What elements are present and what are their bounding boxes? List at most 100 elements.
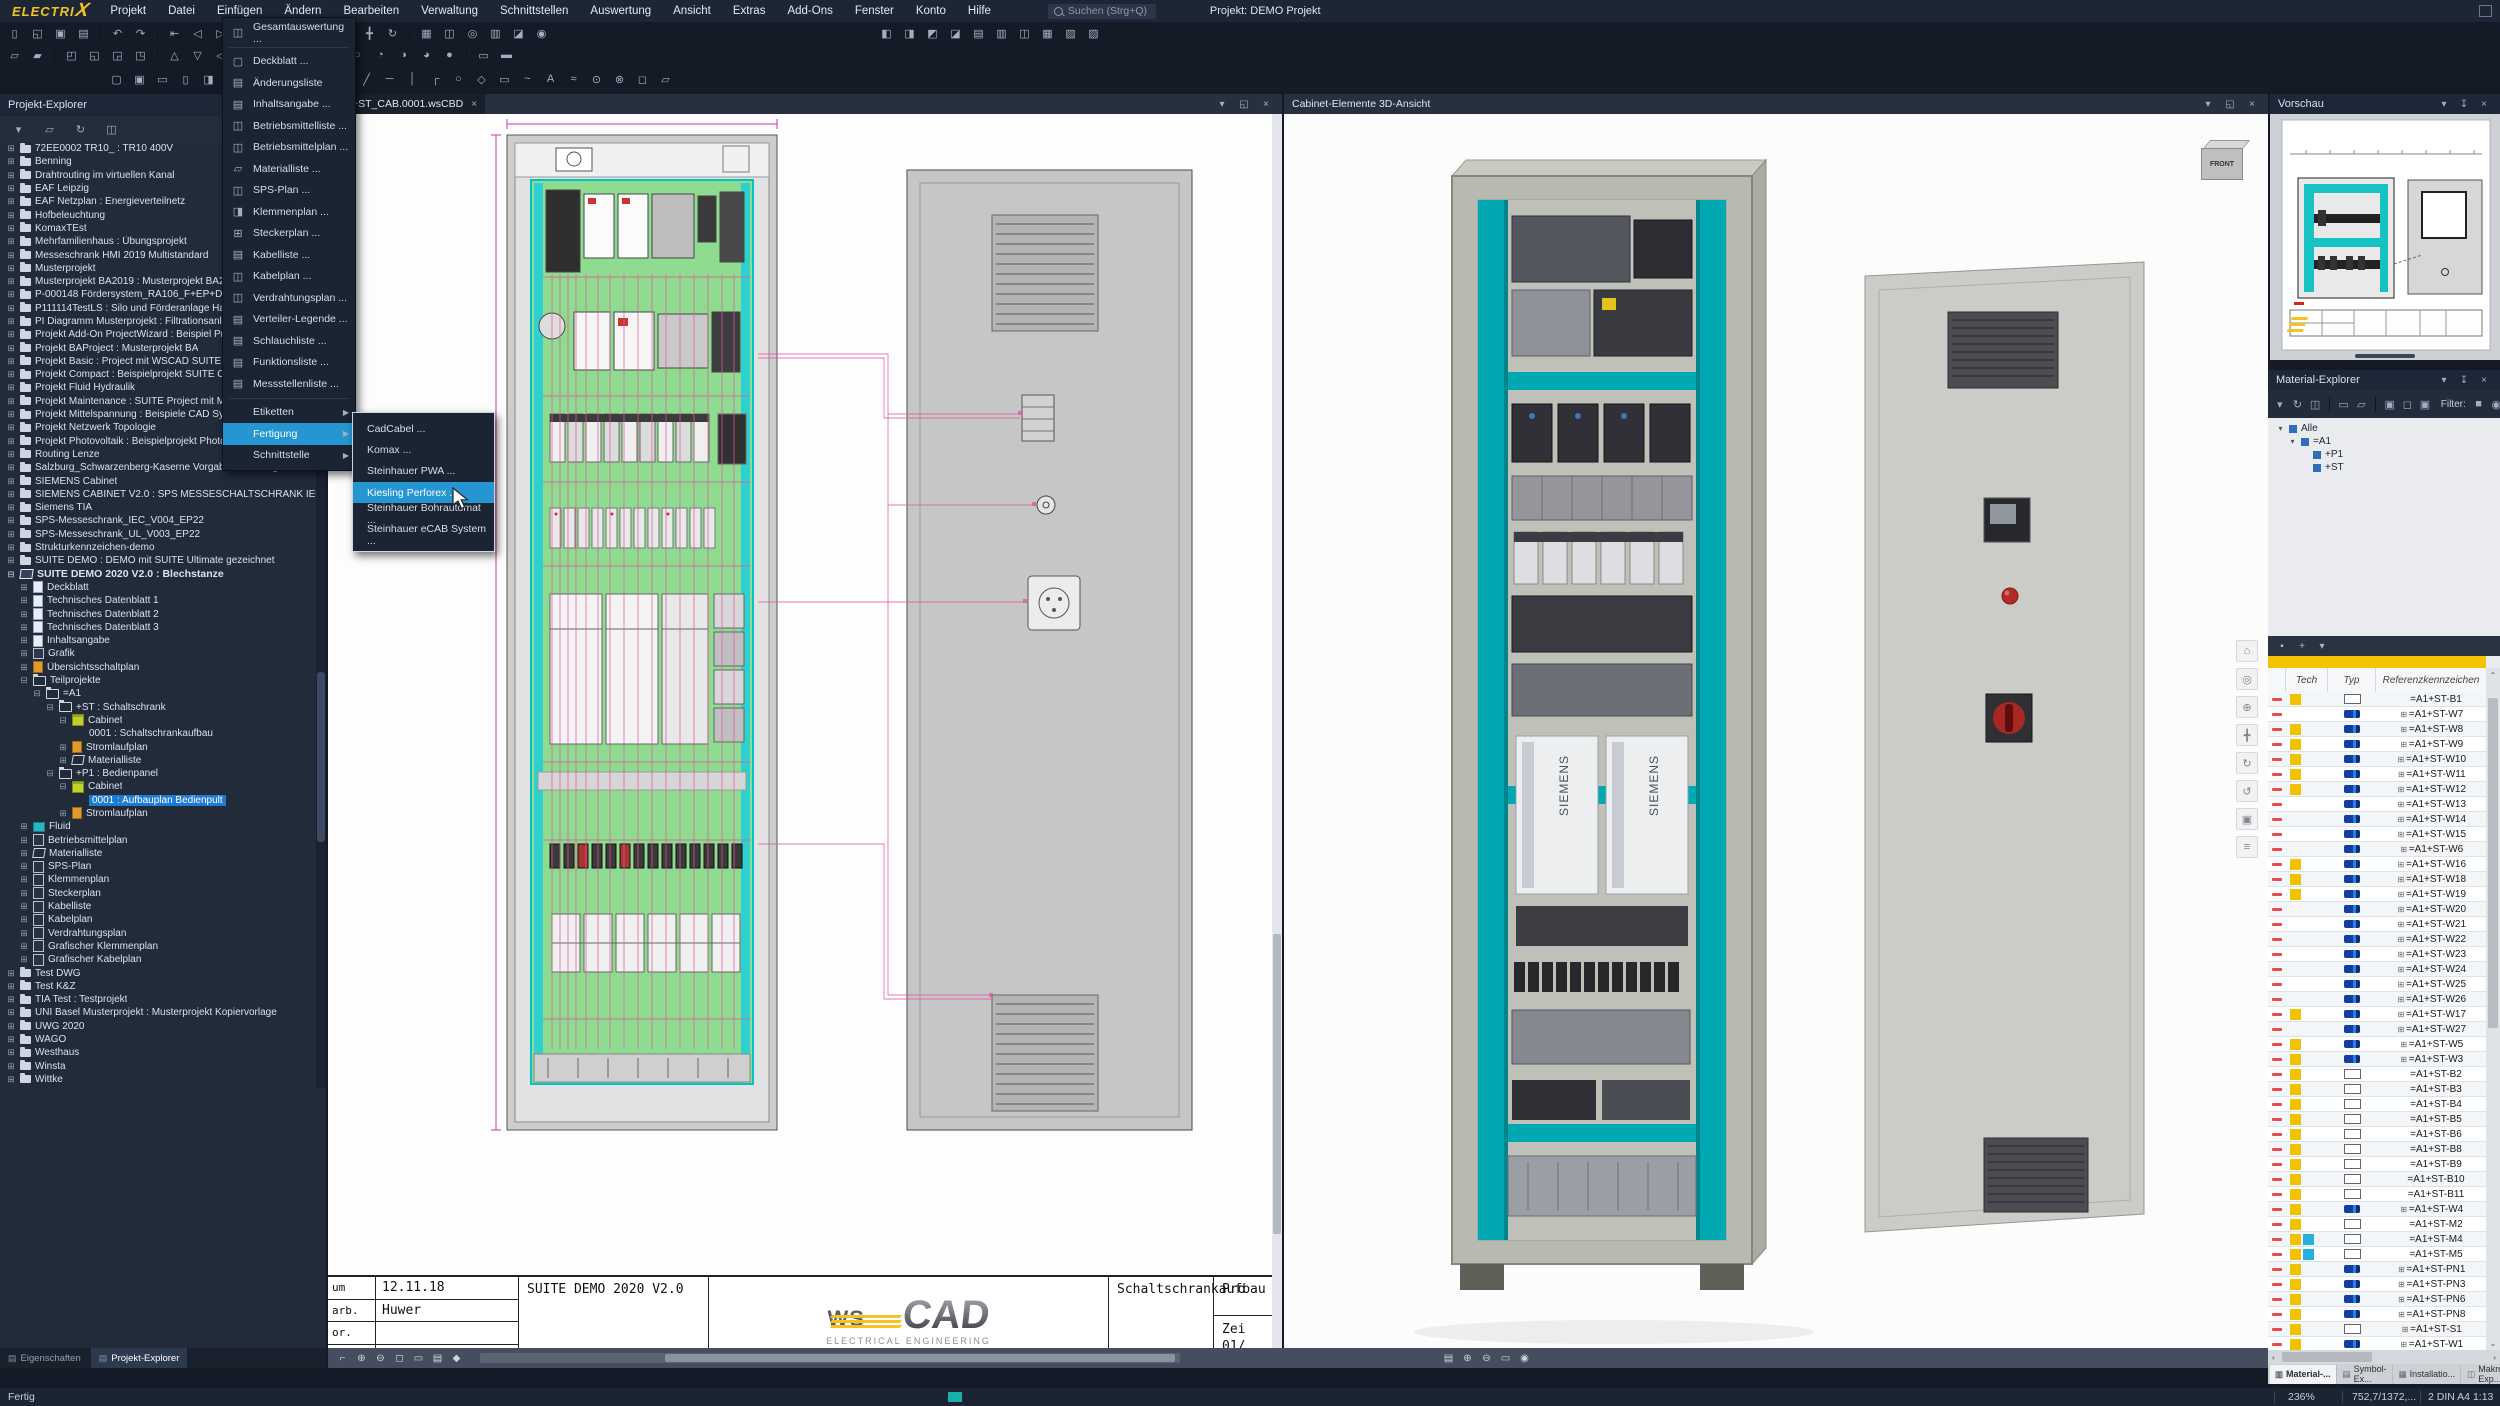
remove-icon[interactable] xyxy=(2272,1013,2282,1016)
material-row[interactable]: ⊞=A1+ST-W20 xyxy=(2268,902,2486,917)
undo-icon[interactable]: ↶ xyxy=(107,24,128,42)
corner-icon-3[interactable]: ◲ xyxy=(107,46,128,64)
doc-icon-2[interactable]: ▥ xyxy=(991,24,1012,42)
material-tab-makro-exp[interactable]: ◫Makro-Exp... xyxy=(2462,1365,2500,1384)
pan-icon[interactable]: ╋ xyxy=(359,24,380,42)
material-row[interactable]: =A1+ST-B6 xyxy=(2268,1127,2486,1142)
filter-dropdown-icon[interactable]: ▾ xyxy=(8,120,29,138)
expand-icon[interactable]: ⊞ xyxy=(2396,980,2406,989)
rect-tool-icon[interactable]: ▭ xyxy=(494,70,515,88)
tree-item[interactable]: ⊞WAGO xyxy=(0,1033,316,1046)
expand-icon[interactable]: ⊞ xyxy=(2396,935,2406,944)
collapse-icon[interactable]: ▾ xyxy=(2436,373,2452,387)
expand-icon[interactable]: ⊞ xyxy=(19,662,29,673)
box-view-icon[interactable]: ▣ xyxy=(2236,808,2258,830)
door-icon[interactable]: ▭ xyxy=(152,70,173,88)
menu-item-verteiler-legende[interactable]: ▤Verteiler-Legende ... xyxy=(223,309,355,331)
filter-tree-item[interactable]: +ST xyxy=(2268,461,2500,474)
zoom-region-icon[interactable]: ◻ xyxy=(391,1349,408,1367)
panel-splitter-handle[interactable] xyxy=(2355,354,2415,358)
home-view-icon[interactable]: ⌂ xyxy=(2236,640,2258,662)
expand-icon[interactable]: ⊞ xyxy=(19,874,29,885)
collapse-icon[interactable]: ⊟ xyxy=(45,768,55,779)
layer-list-icon[interactable]: ≡ xyxy=(2236,836,2258,858)
expand-icon[interactable]: ⊞ xyxy=(2399,710,2409,719)
tree-item[interactable]: ⊞Siemens TIA xyxy=(0,501,316,514)
material-row[interactable]: ⊞=A1+ST-W14 xyxy=(2268,812,2486,827)
menubar-item-verwaltung[interactable]: Verwaltung xyxy=(410,0,489,22)
material-row[interactable]: =A1+ST-B8 xyxy=(2268,1142,2486,1157)
material-vscrollbar[interactable]: ⌃ ⌄ xyxy=(2486,668,2500,1350)
remove-icon[interactable] xyxy=(2272,1298,2282,1301)
pin-list-icon[interactable]: ▪ xyxy=(2274,639,2290,653)
expand-icon[interactable]: ⊞ xyxy=(19,609,29,620)
remove-icon[interactable] xyxy=(2272,1073,2282,1076)
remove-icon[interactable] xyxy=(2272,788,2282,791)
material-row[interactable]: ⊞=A1+ST-W18 xyxy=(2268,872,2486,887)
corner-icon-1[interactable]: ◰ xyxy=(61,46,82,64)
record-icon[interactable]: ◉ xyxy=(531,24,552,42)
remove-icon[interactable] xyxy=(2272,743,2282,746)
remove-icon[interactable] xyxy=(2272,773,2282,776)
expand-icon[interactable]: ⊞ xyxy=(6,369,16,380)
scroll-down-icon[interactable]: ⌄ xyxy=(2486,1336,2500,1350)
menubar-item-konto[interactable]: Konto xyxy=(905,0,957,22)
tree-item[interactable]: ⊞Kabelplan xyxy=(0,913,316,926)
submenu-item-steinhauer-bohrautomat[interactable]: Steinhauer Bohrautomat ... xyxy=(353,503,494,524)
tree-item[interactable]: ⊞Stromlaufplan xyxy=(0,807,316,820)
view-cube-front[interactable]: FRONT xyxy=(2201,148,2243,180)
material-row[interactable]: ⊞=A1+ST-W16 xyxy=(2268,857,2486,872)
tree-item[interactable]: ⊞Test DWG xyxy=(0,966,316,979)
tree-item[interactable]: ⊞SPS-Messeschrank_IEC_V004_EP22 xyxy=(0,514,316,527)
material-row[interactable]: ⊞=A1+ST-W7 xyxy=(2268,707,2486,722)
expand-icon[interactable]: ⊞ xyxy=(2396,890,2406,899)
expand-icon[interactable]: ⊞ xyxy=(2396,785,2406,794)
expand-icon[interactable]: ⊞ xyxy=(6,968,16,979)
expand-icon[interactable]: ⊞ xyxy=(6,981,16,992)
material-vscrollbar-thumb[interactable] xyxy=(2488,698,2498,1028)
tree-item[interactable]: ⊞Klemmenplan xyxy=(0,873,316,886)
expand-icon[interactable]: ⊞ xyxy=(2396,815,2406,824)
expand-icon[interactable]: ⊞ xyxy=(19,861,29,872)
expand-icon[interactable]: ⊞ xyxy=(19,914,29,925)
expand-icon[interactable]: ⊞ xyxy=(6,183,16,194)
menu-item-kabelplan[interactable]: ◫Kabelplan ... xyxy=(223,266,355,288)
rotate-icon[interactable]: ↻ xyxy=(2236,752,2258,774)
material-row[interactable]: ⊞=A1+ST-W27 xyxy=(2268,1022,2486,1037)
expand-icon[interactable]: ⊞ xyxy=(6,343,16,354)
preview-thumbnail[interactable] xyxy=(2270,114,2500,360)
remove-icon[interactable] xyxy=(2272,1028,2282,1031)
remove-icon[interactable] xyxy=(2272,1283,2282,1286)
remove-icon[interactable] xyxy=(2272,938,2282,941)
menu-item-verdrahtungsplan[interactable]: ◫Verdrahtungsplan ... xyxy=(223,287,355,309)
remove-icon[interactable] xyxy=(2272,1043,2282,1046)
tree-item[interactable]: ⊞Verdrahtungsplan xyxy=(0,927,316,940)
expand-icon[interactable]: ⊞ xyxy=(19,648,29,659)
remove-icon[interactable] xyxy=(2272,1058,2282,1061)
material-row[interactable]: =A1+ST-B10 xyxy=(2268,1172,2486,1187)
remove-icon[interactable] xyxy=(2272,1148,2282,1151)
tree-item[interactable]: ⊞Stromlaufplan xyxy=(0,740,316,753)
remove-icon[interactable] xyxy=(2272,1343,2282,1346)
collapse-icon[interactable]: ⊟ xyxy=(19,675,29,686)
tree-item[interactable]: ⊟Cabinet xyxy=(0,780,316,793)
layers-icon[interactable]: ◫ xyxy=(439,24,460,42)
remove-icon[interactable] xyxy=(2272,758,2282,761)
remove-icon[interactable] xyxy=(2272,803,2282,806)
save-icon[interactable]: ▣ xyxy=(50,24,71,42)
zoom-in-icon[interactable]: ⊕ xyxy=(1459,1349,1476,1367)
expand-icon[interactable]: ⊞ xyxy=(6,436,16,447)
remove-icon[interactable] xyxy=(2272,983,2282,986)
assign-device-icon[interactable]: ▣ xyxy=(2382,395,2398,413)
remove-icon[interactable] xyxy=(2272,998,2282,1001)
add-device-icon[interactable]: ▭ xyxy=(2336,395,2352,413)
junction-icon[interactable]: ⊗ xyxy=(609,70,630,88)
remove-icon[interactable] xyxy=(2272,923,2282,926)
collapse-icon[interactable]: ▾ xyxy=(2436,97,2452,111)
menubar-item-add-ons[interactable]: Add-Ons xyxy=(776,0,843,22)
expand-icon[interactable]: ⊞ xyxy=(2399,1040,2409,1049)
box-device-icon[interactable]: ◻ xyxy=(2400,395,2416,413)
material-row[interactable]: ⊞=A1+ST-PN6 xyxy=(2268,1292,2486,1307)
expand-icon[interactable]: ⊞ xyxy=(19,635,29,646)
remove-icon[interactable] xyxy=(2272,1238,2282,1241)
